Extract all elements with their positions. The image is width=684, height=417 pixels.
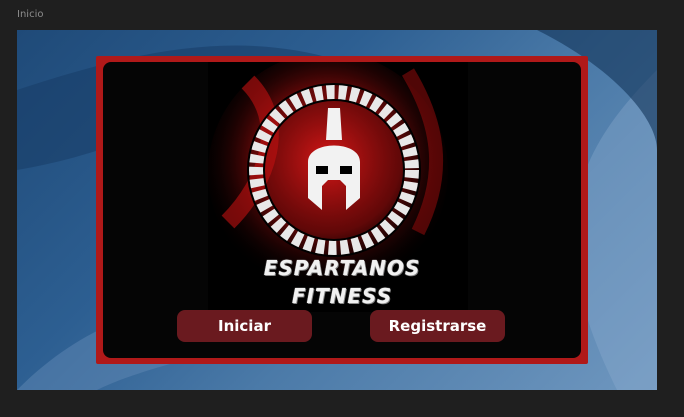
brand-name-line1: ESPARTANOS [263, 256, 421, 280]
login-card: ESPARTANOS FITNESS Iniciar Registrarse [96, 56, 588, 364]
login-card-inner: ESPARTANOS FITNESS Iniciar Registrarse [103, 62, 581, 358]
window-title: Inicio [17, 9, 44, 20]
brand-name-line2: FITNESS [291, 284, 393, 308]
login-button[interactable]: Iniciar [177, 310, 312, 342]
background-panel: ESPARTANOS FITNESS Iniciar Registrarse [17, 30, 657, 390]
register-button[interactable]: Registrarse [370, 310, 505, 342]
